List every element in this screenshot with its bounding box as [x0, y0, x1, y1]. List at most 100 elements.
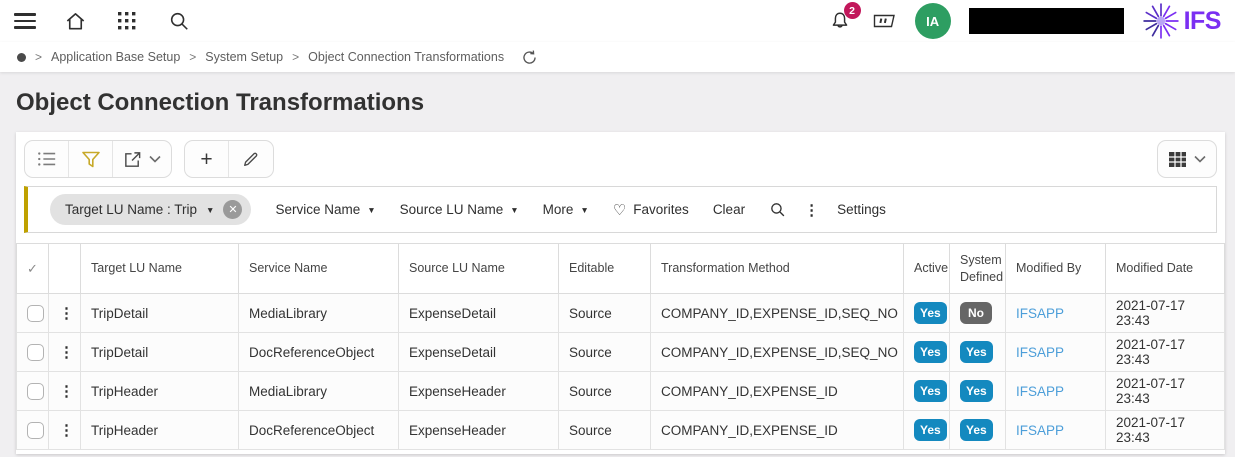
filter-dropdown-service-name[interactable]: Service Name ▼ — [275, 202, 375, 217]
content-card: + Target LU Name : Trip ▼ ✕ Service Name… — [16, 132, 1225, 454]
filter-chip-target-lu-name[interactable]: Target LU Name : Trip ▼ ✕ — [50, 194, 252, 225]
refresh-icon[interactable] — [521, 49, 538, 66]
favorites-label: Favorites — [633, 202, 689, 217]
clear-filters-button[interactable]: Clear — [713, 202, 745, 217]
export-icon — [125, 151, 141, 167]
top-bar: 2 IA IFS — [0, 0, 1235, 42]
filter-dropdown-label: Source LU Name — [399, 202, 504, 217]
modified-by-link[interactable]: IFSAPP — [1016, 384, 1064, 399]
cell-transformation-method: COMPANY_ID,EXPENSE_ID,SEQ_NO — [650, 332, 904, 372]
table-row[interactable]: ⋮ TripHeader DocReferenceObject ExpenseH… — [16, 410, 1225, 450]
table-header-row: ✓ Target LU Name Service Name Source LU … — [16, 243, 1225, 294]
search-icon[interactable] — [166, 8, 192, 34]
avatar[interactable]: IA — [914, 3, 951, 39]
table-row[interactable]: ⋮ TripDetail MediaLibrary ExpenseDetail … — [16, 293, 1225, 333]
list-icon — [37, 152, 55, 166]
active-badge: Yes — [914, 341, 947, 363]
column-header-active[interactable]: Active — [903, 243, 950, 294]
cell-target-lu-name: TripHeader — [80, 371, 239, 411]
breadcrumb-item-current[interactable]: Object Connection Transformations — [308, 50, 504, 64]
row-checkbox[interactable] — [27, 343, 44, 361]
cell-service-name: DocReferenceObject — [238, 410, 399, 450]
system-defined-badge: Yes — [960, 419, 993, 441]
filter-funnel-icon — [81, 151, 100, 167]
kebab-icon: ⋮ — [804, 201, 820, 219]
cell-transformation-method: COMPANY_ID,EXPENSE_ID — [650, 410, 904, 450]
cell-service-name: MediaLibrary — [238, 371, 399, 411]
column-header-modified-date[interactable]: Modified Date — [1105, 243, 1225, 294]
modified-by-link[interactable]: IFSAPP — [1016, 345, 1064, 360]
cell-modified-date: 2021-07-17 23:43 — [1105, 371, 1225, 411]
row-kebab-icon[interactable]: ⋮ — [59, 305, 74, 322]
ifs-brand-text: IFS — [1183, 6, 1222, 35]
table-row[interactable]: ⋮ TripDetail DocReferenceObject ExpenseD… — [16, 332, 1225, 372]
cell-modified-date: 2021-07-17 23:43 — [1105, 293, 1225, 333]
breadcrumb-item-application-base-setup[interactable]: Application Base Setup — [51, 50, 180, 64]
cell-editable: Source — [558, 410, 651, 450]
row-checkbox[interactable] — [27, 382, 44, 400]
filter-search-icon[interactable] — [769, 201, 786, 218]
ifs-logo: IFS — [1142, 2, 1222, 40]
settings-button[interactable]: Settings — [837, 202, 886, 217]
feedback-icon[interactable] — [871, 8, 897, 34]
chevron-down-icon — [149, 155, 161, 163]
breadcrumb-separator: > — [292, 50, 300, 64]
filter-bar: Target LU Name : Trip ▼ ✕ Service Name ▼… — [24, 186, 1217, 233]
list-view-button[interactable] — [25, 141, 69, 177]
row-kebab-icon[interactable]: ⋮ — [59, 383, 74, 400]
column-header-service-name[interactable]: Service Name — [238, 243, 399, 294]
modified-by-link[interactable]: IFSAPP — [1016, 423, 1064, 438]
home-icon[interactable] — [62, 8, 88, 34]
column-header-editable[interactable]: Editable — [558, 243, 651, 294]
cell-transformation-method: COMPANY_ID,EXPENSE_ID — [650, 371, 904, 411]
cell-source-lu-name: ExpenseHeader — [398, 371, 559, 411]
notification-count-badge: 2 — [843, 2, 861, 19]
filter-dropdown-more[interactable]: More ▼ — [543, 202, 589, 217]
pencil-icon — [244, 152, 258, 166]
filter-toggle-button[interactable] — [69, 141, 113, 177]
filter-more-options-kebab-icon[interactable]: ⋮ — [804, 201, 819, 219]
breadcrumb-item-system-setup[interactable]: System Setup — [205, 50, 283, 64]
cell-modified-date: 2021-07-17 23:43 — [1105, 410, 1225, 450]
cell-modified-date: 2021-07-17 23:43 — [1105, 332, 1225, 372]
column-header-target-lu-name[interactable]: Target LU Name — [80, 243, 239, 294]
favorites-button[interactable]: ♡ Favorites — [613, 201, 689, 219]
row-kebab-icon[interactable]: ⋮ — [59, 422, 74, 439]
table-row[interactable]: ⋮ TripHeader MediaLibrary ExpenseHeader … — [16, 371, 1225, 411]
settings-label: Settings — [837, 202, 886, 217]
system-defined-badge: Yes — [960, 341, 993, 363]
cell-source-lu-name: ExpenseDetail — [398, 293, 559, 333]
cell-service-name: DocReferenceObject — [238, 332, 399, 372]
row-kebab-icon[interactable]: ⋮ — [59, 344, 74, 361]
export-button[interactable] — [113, 141, 171, 177]
remove-filter-icon[interactable]: ✕ — [223, 200, 243, 219]
column-header-modified-by[interactable]: Modified By — [1005, 243, 1106, 294]
notifications-bell-icon[interactable]: 2 — [827, 2, 861, 34]
breadcrumb: > Application Base Setup > System Setup … — [0, 42, 1235, 72]
cell-target-lu-name: TripDetail — [80, 332, 239, 372]
row-checkbox[interactable] — [27, 421, 44, 439]
add-record-button[interactable]: + — [185, 141, 229, 177]
edit-record-button[interactable] — [229, 141, 273, 177]
column-header-transformation-method[interactable]: Transformation Method — [650, 243, 904, 294]
caret-down-icon[interactable]: ▼ — [206, 205, 214, 215]
select-all-check-icon[interactable]: ✓ — [27, 261, 38, 276]
breadcrumb-separator: > — [189, 50, 197, 64]
filter-dropdown-source-lu-name[interactable]: Source LU Name ▼ — [400, 202, 519, 217]
page-title: Object Connection Transformations — [16, 89, 425, 116]
column-header-system-defined[interactable]: System Defined — [949, 243, 1006, 294]
column-header-source-lu-name[interactable]: Source LU Name — [398, 243, 559, 294]
table-view-icon — [1169, 151, 1186, 167]
filter-dropdown-label: More — [542, 202, 574, 217]
system-defined-badge: Yes — [960, 380, 993, 402]
modified-by-link[interactable]: IFSAPP — [1016, 306, 1064, 321]
clear-label: Clear — [712, 202, 746, 217]
app-launcher-icon[interactable] — [114, 8, 140, 34]
view-selector-button[interactable] — [1158, 141, 1216, 177]
cell-source-lu-name: ExpenseHeader — [398, 410, 559, 450]
menu-icon[interactable] — [14, 13, 36, 29]
breadcrumb-root-dot[interactable] — [17, 52, 26, 62]
plus-icon: + — [200, 147, 213, 171]
row-checkbox[interactable] — [27, 304, 44, 322]
cell-editable: Source — [558, 293, 651, 333]
